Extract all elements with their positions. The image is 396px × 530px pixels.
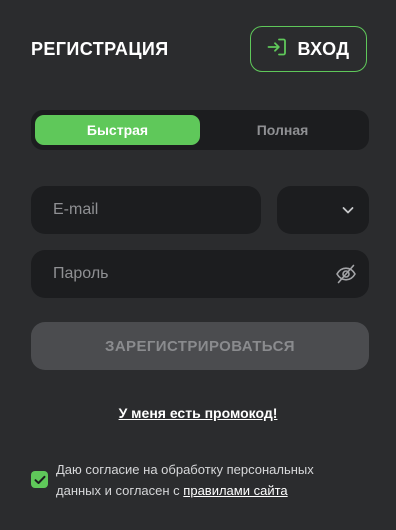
login-button-label: ВХОД — [297, 38, 350, 59]
page-title: РЕГИСТРАЦИЯ — [31, 39, 169, 59]
password-field-container — [31, 250, 369, 298]
header: РЕГИСТРАЦИЯ ВХОД — [31, 26, 369, 74]
login-button[interactable]: ВХОД — [250, 26, 367, 72]
promo-code-link[interactable]: У меня есть промокод! — [0, 405, 396, 421]
chevron-down-icon — [341, 203, 355, 222]
register-button[interactable]: ЗАРЕГИСТРИРОВАТЬСЯ — [31, 322, 369, 370]
consent-text: Даю согласие на обработку персональных д… — [56, 459, 376, 501]
email-field-container — [31, 186, 261, 234]
tab-full[interactable]: Полная — [200, 115, 365, 145]
consent-text-line1: Даю согласие на обработку персональных — [56, 462, 314, 477]
consent-text-line2: данных и согласен с — [56, 483, 184, 498]
site-rules-link[interactable]: правилами сайта — [183, 483, 287, 498]
check-icon — [34, 475, 45, 484]
eye-off-icon[interactable] — [335, 263, 357, 290]
consent-checkbox[interactable] — [31, 471, 48, 488]
email-field[interactable] — [53, 186, 237, 234]
sign-in-icon — [267, 38, 287, 61]
password-field[interactable] — [53, 250, 324, 298]
email-domain-select[interactable] — [277, 186, 369, 234]
registration-type-tabs: Быстрая Полная — [31, 110, 369, 150]
tab-quick[interactable]: Быстрая — [35, 115, 200, 145]
